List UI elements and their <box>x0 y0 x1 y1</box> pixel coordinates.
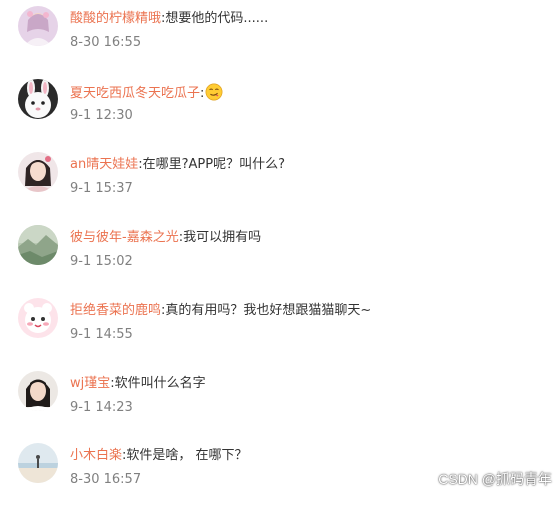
comment-item: 夏天吃西瓜冬天吃瓜子: 9-1 12:30 <box>0 75 560 145</box>
username-link[interactable]: wj瑾宝 <box>70 376 110 391</box>
avatar-beach-icon <box>18 443 58 483</box>
username-link[interactable]: 小木白楽 <box>70 448 122 463</box>
user-avatar[interactable] <box>18 152 58 192</box>
comment-line: 酸酸的柠檬精哦:想要他的代码...... <box>70 10 268 28</box>
user-avatar[interactable] <box>18 225 58 265</box>
comment-item: an晴天娃娃:在哪里?APP呢？叫什么? 9-1 15:37 <box>0 148 560 218</box>
comment-item: 酸酸的柠檬精哦:想要他的代码...... 8-30 16:55 <box>0 2 560 72</box>
avatar-white-rabbit-icon <box>18 79 58 119</box>
username-link[interactable]: 夏天吃西瓜冬天吃瓜子 <box>70 86 200 101</box>
user-avatar[interactable] <box>18 6 58 46</box>
comment-text: 软件是啥， 在哪下？ <box>126 448 248 463</box>
avatar-girl-pink-icon <box>18 6 58 46</box>
comment-time: 8-30 16:55 <box>70 35 142 50</box>
comment-text: 软件叫什么名字 <box>114 376 206 391</box>
comment-time: 9-1 14:23 <box>70 400 133 415</box>
avatar-cartoon-icon <box>18 298 58 338</box>
comment-line: 夏天吃西瓜冬天吃瓜子: <box>70 83 224 103</box>
smirk-emoji-icon <box>205 83 223 101</box>
user-avatar[interactable] <box>18 79 58 119</box>
comment-line: 拒绝香菜的鹿鸣:真的有用吗？我也好想跟猫猫聊天~ <box>70 302 371 320</box>
avatar-girl-portrait-icon <box>18 152 58 192</box>
comment-item: 拒绝香菜的鹿鸣:真的有用吗？我也好想跟猫猫聊天~ 9-1 14:55 <box>0 294 560 364</box>
comment-line: an晴天娃娃:在哪里?APP呢？叫什么? <box>70 156 285 174</box>
comment-text: 真的有用吗？我也好想跟猫猫聊天~ <box>165 303 372 318</box>
username-link[interactable]: 酸酸的柠檬精哦 <box>70 11 161 26</box>
avatar-girl-dark-hair-icon <box>18 371 58 411</box>
comment-text: 想要他的代码...... <box>165 11 269 26</box>
avatar-landscape-icon <box>18 225 58 265</box>
user-avatar[interactable] <box>18 298 58 338</box>
username-link[interactable]: 彼与彼年-嘉森之光 <box>70 230 179 245</box>
comment-time: 9-1 12:30 <box>70 108 133 123</box>
comment-time: 9-1 15:02 <box>70 254 133 269</box>
comment-time: 8-30 16:57 <box>70 472 142 487</box>
comment-line: 小木白楽:软件是啥， 在哪下？ <box>70 447 248 465</box>
csdn-watermark: CSDN @抓码青年 <box>438 471 552 487</box>
comment-line: 彼与彼年-嘉森之光:我可以拥有吗 <box>70 229 261 247</box>
user-avatar[interactable] <box>18 443 58 483</box>
username-link[interactable]: an晴天娃娃 <box>70 157 138 172</box>
comment-line: wj瑾宝:软件叫什么名字 <box>70 375 206 393</box>
comment-time: 9-1 15:37 <box>70 181 133 196</box>
comment-text: 在哪里?APP呢？叫什么? <box>142 157 285 172</box>
comment-item: wj瑾宝:软件叫什么名字 9-1 14:23 <box>0 367 560 437</box>
comment-item: 彼与彼年-嘉森之光:我可以拥有吗 9-1 15:02 <box>0 221 560 291</box>
comment-time: 9-1 14:55 <box>70 327 133 342</box>
user-avatar[interactable] <box>18 371 58 411</box>
username-link[interactable]: 拒绝香菜的鹿鸣 <box>70 303 161 318</box>
comment-text: 我可以拥有吗 <box>183 230 262 245</box>
